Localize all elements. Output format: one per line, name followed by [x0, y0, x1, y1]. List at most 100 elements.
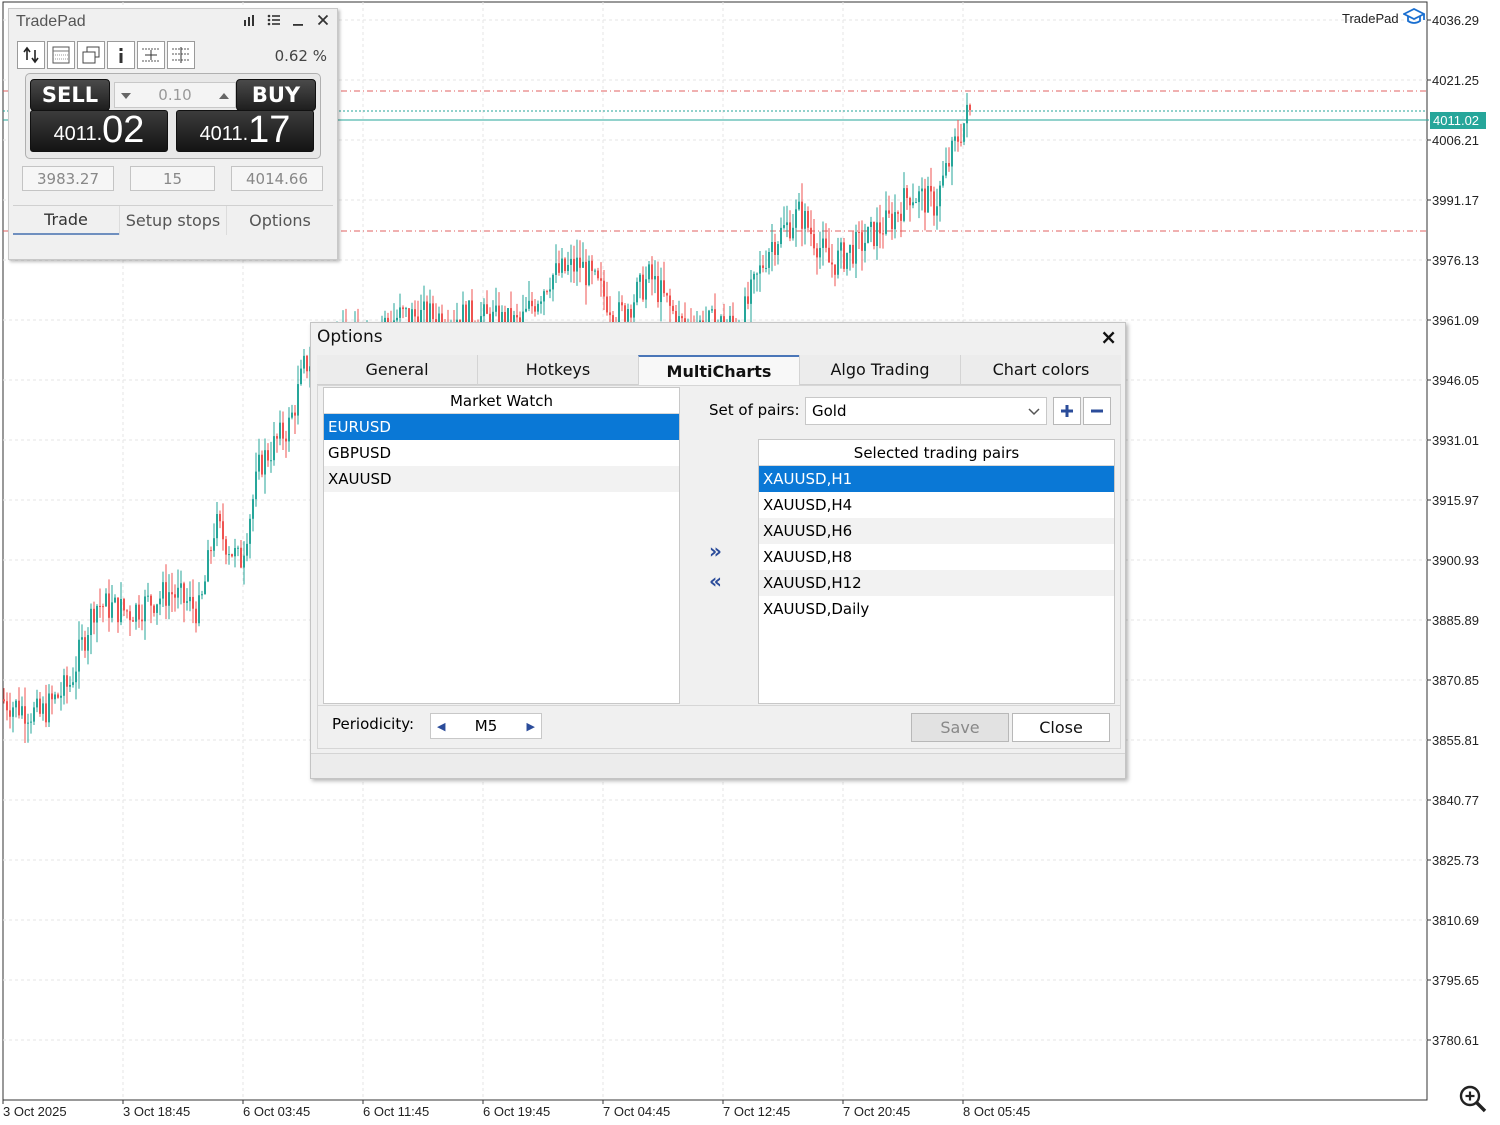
- plus-icon: [1061, 405, 1073, 417]
- candle-body: [951, 140, 953, 167]
- set-of-pairs-select[interactable]: Gold: [805, 397, 1047, 425]
- candle-body: [165, 582, 167, 606]
- market-watch-list[interactable]: Market Watch EURUSD GBPUSD XAUUSD: [323, 387, 680, 704]
- candle-body: [174, 594, 176, 598]
- candle-body: [99, 605, 101, 607]
- chevron-right-icon[interactable]: ▶: [527, 720, 535, 733]
- tradepad-panel[interactable]: TradePad 0.62 % SELL 0.10 BUY 4011. 02 4…: [8, 8, 338, 260]
- price-axis-label: 4006.21: [1432, 133, 1479, 148]
- candle-body: [147, 595, 149, 597]
- add-pair-arrow-icon[interactable]: »: [709, 539, 722, 563]
- candle-body: [6, 701, 8, 711]
- tradepad-tabs: Trade Setup stops Options: [13, 205, 333, 235]
- close-icon[interactable]: [317, 14, 329, 30]
- candle-body: [267, 450, 269, 461]
- list-item[interactable]: XAUUSD,H4: [759, 492, 1114, 518]
- price-axis-label: 3840.77: [1432, 793, 1479, 808]
- order-direction-icon[interactable]: [17, 41, 45, 69]
- tab-multicharts[interactable]: MultiCharts: [638, 355, 799, 385]
- candle-body: [669, 295, 671, 306]
- candle-body: [777, 244, 779, 255]
- candle-body: [300, 368, 302, 385]
- tab-general[interactable]: General: [317, 355, 477, 385]
- candle-body: [627, 308, 629, 322]
- list-icon[interactable]: [267, 14, 280, 30]
- lot-size-value[interactable]: 0.10: [158, 86, 191, 104]
- save-button[interactable]: Save: [911, 713, 1009, 742]
- options-dialog[interactable]: Options × General Hotkeys MultiCharts Al…: [310, 322, 1126, 779]
- tab-algo-trading[interactable]: Algo Trading: [799, 355, 960, 385]
- selected-pairs-list[interactable]: Selected trading pairs XAUUSD,H1 XAUUSD,…: [758, 439, 1115, 704]
- zoom-in-icon[interactable]: [1458, 1084, 1488, 1118]
- take-profit-field[interactable]: 4014.66: [231, 166, 323, 191]
- candle-body: [66, 675, 68, 687]
- add-set-button[interactable]: [1053, 397, 1081, 425]
- list-item[interactable]: XAUUSD: [324, 466, 679, 492]
- candle-body: [846, 252, 848, 269]
- price-axis-label: 3810.69: [1432, 913, 1479, 928]
- candle-body: [576, 257, 578, 272]
- candle-body: [264, 450, 266, 475]
- list-item[interactable]: XAUUSD,H6: [759, 518, 1114, 544]
- calculator-icon[interactable]: [47, 41, 75, 69]
- stop-loss-field[interactable]: 3983.27: [22, 166, 114, 191]
- candle-body: [837, 250, 839, 275]
- stop-levels-icon[interactable]: [137, 41, 165, 69]
- candle-body: [897, 212, 899, 214]
- candle-body: [771, 242, 773, 253]
- candle-body: [954, 136, 956, 141]
- tab-setup-stops[interactable]: Setup stops: [119, 206, 226, 235]
- list-item[interactable]: XAUUSD,H12: [759, 570, 1114, 596]
- tab-chart-colors[interactable]: Chart colors: [960, 355, 1121, 385]
- price-axis-label: 4036.29: [1432, 13, 1479, 28]
- lot-size-stepper[interactable]: 0.10: [114, 82, 236, 108]
- candle-body: [54, 694, 56, 700]
- buy-price[interactable]: 4011. 17: [176, 110, 314, 152]
- candle-body: [900, 213, 902, 221]
- candle-body: [531, 300, 533, 307]
- close-icon[interactable]: ×: [1100, 325, 1117, 349]
- tab-options[interactable]: Options: [226, 206, 333, 235]
- tab-trade[interactable]: Trade: [13, 206, 119, 235]
- sell-price[interactable]: 4011. 02: [30, 110, 168, 152]
- sell-price-pips: 02: [102, 109, 145, 151]
- tradepad-title: TradePad: [16, 13, 86, 30]
- candle-body: [75, 671, 77, 683]
- candle-body: [759, 265, 761, 274]
- info-icon[interactable]: [107, 41, 135, 69]
- candle-body: [525, 308, 527, 312]
- grid-levels-icon[interactable]: [167, 41, 195, 69]
- candle-body: [516, 315, 518, 318]
- list-item[interactable]: XAUUSD,H1: [759, 466, 1114, 492]
- candle-body: [747, 296, 749, 304]
- candle-body: [849, 244, 851, 253]
- windows-icon[interactable]: [77, 41, 105, 69]
- bars-icon[interactable]: [243, 14, 255, 30]
- candle-body: [51, 693, 53, 700]
- remove-pair-arrow-icon[interactable]: «: [709, 569, 722, 593]
- chevron-up-icon[interactable]: [219, 86, 229, 104]
- candle-body: [852, 244, 854, 264]
- candle-body: [765, 267, 767, 269]
- spread-field[interactable]: 15: [130, 166, 215, 191]
- candle-body: [597, 270, 599, 279]
- list-item[interactable]: GBPUSD: [324, 440, 679, 466]
- list-item[interactable]: XAUUSD,H8: [759, 544, 1114, 570]
- list-item[interactable]: XAUUSD,Daily: [759, 596, 1114, 622]
- brand-label[interactable]: TradePad: [1342, 7, 1426, 29]
- candle-body: [948, 163, 950, 167]
- candle-body: [270, 460, 272, 462]
- close-button[interactable]: Close: [1012, 713, 1110, 742]
- chevron-left-icon[interactable]: ◀: [437, 720, 445, 733]
- chevron-down-icon[interactable]: [121, 86, 131, 104]
- list-item[interactable]: EURUSD: [324, 414, 679, 440]
- buy-button[interactable]: BUY: [236, 79, 316, 111]
- candle-body: [96, 605, 98, 623]
- candle-body: [873, 221, 875, 247]
- candle-body: [555, 263, 557, 275]
- minimize-icon[interactable]: [292, 14, 304, 30]
- periodicity-spinner[interactable]: ◀ M5 ▶: [430, 713, 542, 739]
- sell-button[interactable]: SELL: [30, 79, 110, 111]
- tab-hotkeys[interactable]: Hotkeys: [477, 355, 638, 385]
- remove-set-button[interactable]: [1083, 397, 1111, 425]
